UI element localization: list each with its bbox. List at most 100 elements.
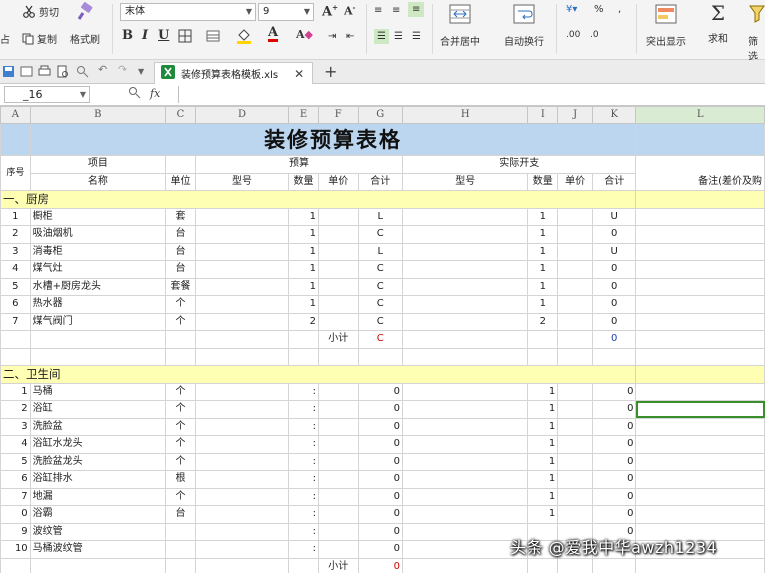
highlight-button[interactable]: 突出显示 — [646, 4, 686, 48]
cell-unit[interactable]: 台 — [165, 260, 196, 279]
cell[interactable] — [317, 452, 359, 471]
cell-total[interactable]: 0 — [357, 452, 404, 471]
cell[interactable] — [194, 487, 290, 506]
cell-no[interactable]: 9 — [0, 522, 31, 541]
cell[interactable] — [635, 242, 765, 261]
cell-no[interactable]: 6 — [0, 295, 31, 314]
header-actual-total[interactable]: 合计 — [591, 172, 637, 191]
formula-input[interactable] — [178, 86, 765, 103]
cell[interactable] — [402, 207, 529, 226]
cell[interactable] — [317, 400, 359, 419]
cell-total[interactable]: 0 — [357, 435, 404, 454]
cell-name[interactable]: 煤气阀门 — [29, 312, 167, 331]
section-label[interactable]: 一、厨房 — [0, 190, 637, 209]
cell-unit[interactable]: 套 — [165, 207, 196, 226]
cell[interactable] — [194, 382, 290, 401]
cell-total[interactable]: C — [357, 295, 404, 314]
cell-no[interactable]: 6 — [0, 470, 31, 489]
align-center-button[interactable]: ☰ — [394, 31, 403, 42]
column-header-d[interactable]: D — [194, 106, 290, 124]
cell-qty[interactable]: 1 — [288, 260, 319, 279]
cell-total[interactable]: C — [357, 277, 404, 296]
cell[interactable] — [194, 540, 290, 559]
cell-no[interactable]: 0 — [0, 505, 31, 524]
italic-button[interactable]: I — [142, 28, 148, 43]
column-header-k[interactable]: K — [591, 106, 637, 124]
print-icon[interactable] — [38, 65, 51, 78]
fill-color-button[interactable] — [236, 28, 252, 44]
cell[interactable] — [557, 505, 593, 524]
header-item-name[interactable]: 名称 — [29, 172, 167, 191]
cell[interactable] — [317, 347, 359, 366]
cell[interactable] — [402, 435, 529, 454]
cell-no[interactable]: 2 — [0, 225, 31, 244]
cell[interactable] — [635, 400, 765, 419]
cell-no[interactable]: 4 — [0, 435, 31, 454]
column-header-i[interactable]: I — [527, 106, 559, 124]
cell-no[interactable]: 1 — [0, 382, 31, 401]
cell-aqty[interactable]: 1 — [527, 260, 559, 279]
cell[interactable] — [194, 557, 290, 573]
cell[interactable] — [194, 417, 290, 436]
increase-decimal-button[interactable]: .00 — [566, 30, 580, 40]
cell-unit[interactable]: 个 — [165, 400, 196, 419]
cell[interactable] — [635, 505, 765, 524]
align-left-button[interactable]: ☰ — [374, 29, 389, 44]
cell[interactable] — [635, 260, 765, 279]
font-name-select[interactable]: 末体 ▼ — [120, 3, 256, 21]
column-header-l[interactable]: L — [635, 106, 765, 124]
cell-total[interactable]: 0 — [357, 487, 404, 506]
header-budget[interactable]: 预算 — [194, 155, 404, 174]
header-quantity[interactable]: 数量 — [288, 172, 319, 191]
increase-font-button[interactable]: A+ — [322, 3, 338, 19]
cell-name[interactable]: 吸油烟机 — [29, 225, 167, 244]
bold-button[interactable]: B — [122, 28, 133, 43]
cell[interactable] — [557, 295, 593, 314]
cell[interactable] — [557, 400, 593, 419]
cell-unit[interactable]: 套餐 — [165, 277, 196, 296]
cell-qty[interactable]: : — [288, 417, 319, 436]
section-label[interactable]: 二、卫生间 — [0, 365, 637, 384]
spreadsheet-grid[interactable]: ABCDEFGHIJKL 装修预算表格 序号 项目 预算 实际开支 备注(差价及… — [0, 106, 765, 573]
cell[interactable] — [288, 330, 319, 349]
search-icon[interactable] — [76, 65, 89, 78]
cell[interactable] — [194, 295, 290, 314]
cell-atotal[interactable]: U — [591, 242, 637, 261]
clear-format-button[interactable]: A◆ — [296, 28, 313, 41]
cell[interactable] — [317, 540, 359, 559]
cell[interactable] — [194, 225, 290, 244]
cell-total[interactable]: 0 — [357, 382, 404, 401]
cell-unit[interactable] — [165, 540, 196, 559]
cell[interactable] — [317, 312, 359, 331]
cell-aqty[interactable]: 1 — [527, 207, 559, 226]
cell-aqty[interactable]: 1 — [527, 295, 559, 314]
cell[interactable] — [635, 312, 765, 331]
cell-name[interactable]: 浴缸水龙头 — [29, 435, 167, 454]
cell-aqty[interactable]: 1 — [527, 225, 559, 244]
save-icon[interactable] — [2, 65, 15, 78]
cell-atotal[interactable]: 0 — [591, 295, 637, 314]
cell-atotal[interactable]: 0 — [591, 487, 637, 506]
cell[interactable] — [402, 400, 529, 419]
cell-aqty[interactable]: 1 — [527, 435, 559, 454]
cell-name[interactable]: 马桶波纹管 — [29, 540, 167, 559]
header-actual-price[interactable]: 单价 — [557, 172, 593, 191]
close-icon[interactable]: ✕ — [294, 67, 304, 81]
subtotal-actual[interactable]: 0 — [591, 330, 637, 349]
cell-atotal[interactable]: 0 — [591, 312, 637, 331]
cell-qty[interactable]: : — [288, 452, 319, 471]
cell-style-button[interactable] — [206, 29, 220, 43]
cell-unit[interactable]: 个 — [165, 382, 196, 401]
cell-name[interactable]: 浴缸 — [29, 400, 167, 419]
cell-total[interactable]: 0 — [357, 540, 404, 559]
cell[interactable] — [317, 242, 359, 261]
cell-aqty[interactable]: 1 — [527, 487, 559, 506]
copy-button[interactable]: 复制 — [22, 31, 57, 46]
cell-unit[interactable]: 个 — [165, 435, 196, 454]
header-unit[interactable]: 单位 — [165, 172, 196, 191]
header-model[interactable]: 型号 — [194, 172, 290, 191]
cell[interactable] — [317, 207, 359, 226]
cell[interactable] — [557, 417, 593, 436]
cell-name[interactable]: 橱柜 — [29, 207, 167, 226]
cell-total[interactable]: 0 — [357, 522, 404, 541]
